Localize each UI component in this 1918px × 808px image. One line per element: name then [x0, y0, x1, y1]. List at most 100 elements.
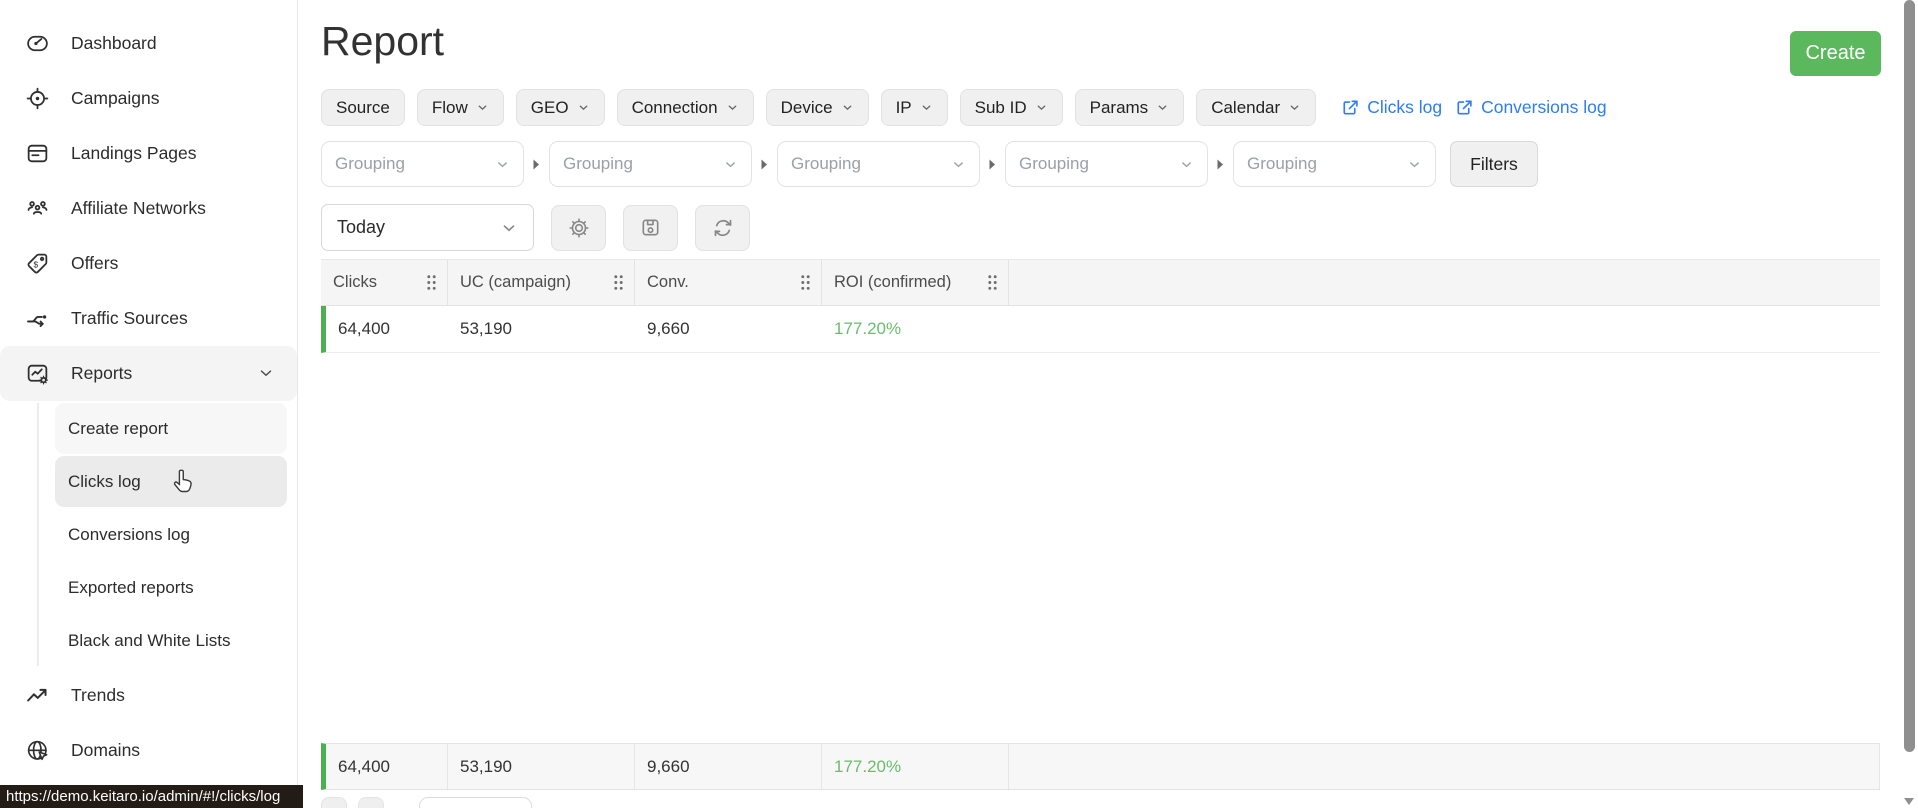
sidebar-item-exported-reports[interactable]: Exported reports [55, 562, 287, 613]
sidebar-item-reports[interactable]: Reports [0, 346, 297, 401]
sidebar-nav: Dashboard Campaigns Landings Pages Affil… [0, 0, 297, 778]
sub-item-label: Clicks log [68, 471, 141, 491]
grouping-select-3[interactable]: Grouping [777, 141, 980, 187]
sidebar-item-black-and-white-lists[interactable]: Black and White Lists [55, 615, 287, 666]
chevron-down-icon [1037, 105, 1046, 111]
landings-pages-icon [27, 144, 48, 163]
sidebar-item-clicks-log[interactable]: Clicks log [55, 456, 287, 507]
drag-handle-icon[interactable] [987, 274, 998, 291]
table-row[interactable]: 64,400 53,190 9,660 177.20% [321, 306, 1880, 353]
filter-chip-geo[interactable]: GEO [515, 89, 605, 126]
sidebar-item-create-report[interactable]: Create report [55, 403, 287, 454]
column-label: Conv. [647, 273, 689, 291]
arrow-right-icon [989, 159, 996, 170]
drag-handle-icon[interactable] [800, 274, 811, 291]
table-totals-row: 64,400 53,190 9,660 177.20% [321, 743, 1880, 790]
filter-chip-connection[interactable]: Connection [616, 89, 754, 126]
reports-icon [27, 364, 49, 385]
scrollbar-thumb[interactable] [1904, 0, 1915, 752]
filter-chip-device[interactable]: Device [765, 89, 869, 126]
chip-label: IP [895, 97, 912, 117]
column-header-clicks[interactable]: Clicks [321, 260, 448, 305]
grouping-select-2[interactable]: Grouping [549, 141, 752, 187]
svg-text:$: $ [33, 259, 38, 269]
date-range-value: Today [337, 217, 386, 237]
date-range-select[interactable]: Today [321, 204, 534, 251]
pagination-prev-button[interactable] [321, 797, 347, 808]
trends-icon [27, 688, 47, 702]
sidebar-item-domains[interactable]: Domains [0, 723, 297, 778]
page-title: Report [321, 18, 445, 64]
filter-chip-flow[interactable]: Flow [416, 89, 504, 126]
sidebar-item-trends[interactable]: Trends [0, 668, 297, 723]
offers-icon: $ [27, 253, 48, 274]
filter-chip-params[interactable]: Params [1074, 89, 1185, 126]
column-label: ROI (confirmed) [834, 273, 952, 291]
total-clicks: 64,400 [326, 744, 448, 789]
grouping-select-4[interactable]: Grouping [1005, 141, 1208, 187]
chevron-down-icon [498, 161, 507, 167]
filter-chip-source[interactable]: Source [321, 89, 405, 126]
sidebar-item-label: Offers [71, 253, 119, 273]
rows-per-page-select[interactable] [419, 797, 532, 808]
cell-uc-campaign: 53,190 [460, 319, 512, 338]
filter-chip-sub-id[interactable]: Sub ID [959, 89, 1063, 126]
chevron-down-icon [579, 105, 587, 111]
pagination-next-button[interactable] [358, 797, 384, 808]
total-roi-confirmed: 177.20% [822, 744, 1009, 789]
app-window: Dashboard Campaigns Landings Pages Affil… [0, 0, 1918, 808]
total-empty [1009, 744, 1880, 789]
grouping-select-1[interactable]: Grouping [321, 141, 524, 187]
clicks-log-link[interactable]: Clicks log [1342, 97, 1442, 118]
chevron-down-icon [726, 161, 735, 167]
column-header-conv[interactable]: Conv. [635, 260, 822, 305]
grouping-placeholder: Grouping [1019, 154, 1089, 173]
link-label: Clicks log [1367, 97, 1443, 117]
column-header-uc-campaign[interactable]: UC (campaign) [448, 260, 635, 305]
chip-label: Device [780, 97, 833, 117]
sidebar-item-offers[interactable]: $ Offers [0, 236, 297, 291]
conversions-log-link[interactable]: Conversions log [1456, 97, 1607, 118]
chevron-down-icon [728, 105, 736, 111]
sidebar-item-conversions-log[interactable]: Conversions log [55, 509, 287, 560]
grouping-placeholder: Grouping [563, 154, 633, 173]
chip-label: Calendar [1211, 97, 1281, 117]
cell-conv: 9,660 [647, 319, 690, 338]
sidebar-item-traffic-sources[interactable]: Traffic Sources [0, 291, 297, 346]
chevron-down-icon [260, 370, 272, 376]
report-settings-button[interactable] [551, 204, 606, 251]
filter-chip-calendar[interactable]: Calendar [1196, 89, 1317, 126]
create-button[interactable]: Create [1790, 31, 1881, 76]
grouping-placeholder: Grouping [1247, 154, 1317, 173]
chevron-down-icon [1182, 161, 1191, 167]
table-header-row: Clicks UC (campaign) Conv. ROI (confirme… [321, 259, 1880, 306]
refresh-button[interactable] [695, 204, 750, 251]
grouping-row: Grouping Grouping Grouping Grouping Grou… [321, 141, 1538, 187]
chip-label: Flow [431, 97, 468, 117]
column-label: UC (campaign) [460, 273, 571, 291]
pagination [321, 797, 532, 808]
save-report-button[interactable] [623, 204, 678, 251]
drag-handle-icon[interactable] [426, 274, 437, 291]
sub-item-label: Black and White Lists [68, 630, 231, 650]
sidebar-item-dashboard[interactable]: Dashboard [0, 16, 297, 71]
main-content: Report Create Source Flow GEO Connection… [299, 0, 1901, 808]
column-header-roi-confirmed[interactable]: ROI (confirmed) [822, 260, 1009, 305]
chevron-down-icon [503, 224, 515, 231]
chip-label: Connection [631, 97, 718, 117]
chip-label: GEO [530, 97, 569, 117]
drag-handle-icon[interactable] [613, 274, 624, 291]
vertical-scrollbar[interactable] [1901, 0, 1918, 808]
sidebar-item-label: Dashboard [71, 33, 157, 53]
filters-button[interactable]: Filters [1450, 141, 1538, 187]
grouping-select-5[interactable]: Grouping [1233, 141, 1436, 187]
sidebar-item-label: Campaigns [71, 88, 160, 108]
sidebar-item-affiliate-networks[interactable]: Affiliate Networks [0, 181, 297, 236]
sub-item-label: Create report [68, 418, 169, 438]
sidebar-item-landings-pages[interactable]: Landings Pages [0, 126, 297, 181]
sidebar-item-campaigns[interactable]: Campaigns [0, 71, 297, 126]
link-preview-statusbar: https://demo.keitaro.io/admin/#!/clicks/… [0, 785, 303, 808]
scrollbar-down-arrow-icon[interactable] [1904, 798, 1914, 805]
chevron-down-icon [1410, 161, 1419, 167]
filter-chip-ip[interactable]: IP [880, 89, 948, 126]
